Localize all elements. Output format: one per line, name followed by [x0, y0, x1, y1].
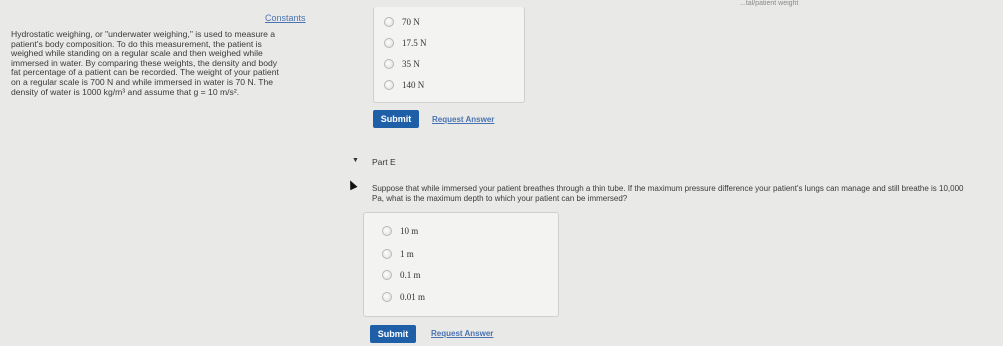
question-line: Suppose that while immersed your patient… [372, 184, 964, 193]
problem-panel: Constants Hydrostatic weighing, or "unde… [0, 0, 330, 346]
radio-button[interactable] [384, 38, 394, 48]
radio-button[interactable] [384, 17, 394, 27]
part-e-question: Suppose that while immersed your patient… [372, 184, 1003, 204]
question-line: Pa, what is the maximum depth to which y… [372, 194, 628, 203]
part-e-option-0-01m[interactable]: 0.01 m [382, 292, 425, 302]
part-e-request-answer-link[interactable]: Request Answer [431, 329, 493, 338]
option-label: 35 N [402, 59, 420, 69]
radio-button[interactable] [382, 292, 392, 302]
part-e-option-10m[interactable]: 10 m [382, 226, 418, 236]
problem-line: density of water is 1000 kg/m³ and assum… [11, 86, 240, 97]
part-d-submit-button[interactable]: Submit [373, 110, 419, 128]
radio-button[interactable] [382, 270, 392, 280]
option-label: 10 m [400, 226, 419, 236]
radio-button[interactable] [382, 226, 392, 236]
radio-button[interactable] [384, 80, 394, 90]
part-d-options-box: 70 N 17.5 N 35 N 140 N [373, 7, 525, 103]
part-e-option-0-1m[interactable]: 0.1 m [382, 270, 421, 280]
part-e-options-box: 10 m 1 m 0.1 m 0.01 m [363, 212, 559, 317]
option-label: 70 N [402, 17, 420, 27]
mouse-cursor-icon [346, 178, 358, 191]
option-label: 1 m [400, 249, 414, 259]
radio-button[interactable] [384, 59, 394, 69]
radio-button[interactable] [382, 249, 392, 259]
cropped-top-text: ...tal/patient weight [740, 0, 799, 7]
part-e-option-1m[interactable]: 1 m [382, 249, 414, 259]
option-label: 0.01 m [400, 292, 426, 302]
problem-statement: Hydrostatic weighing, or "underwater wei… [11, 29, 326, 97]
part-d-option-35n[interactable]: 35 N [384, 59, 420, 69]
part-d-request-answer-link[interactable]: Request Answer [432, 115, 494, 124]
part-d-option-70n[interactable]: 70 N [384, 17, 420, 27]
option-label: 17.5 N [402, 38, 427, 48]
part-d-option-140n[interactable]: 140 N [384, 80, 424, 90]
option-label: 140 N [402, 80, 425, 90]
constants-link[interactable]: Constants [265, 13, 306, 23]
part-d-option-17-5n[interactable]: 17.5 N [384, 38, 427, 48]
option-label: 0.1 m [400, 270, 421, 280]
part-e-submit-button[interactable]: Submit [370, 325, 416, 343]
part-e-title: Part E [372, 157, 396, 167]
collapse-arrow-icon[interactable]: ▼ [352, 157, 359, 164]
